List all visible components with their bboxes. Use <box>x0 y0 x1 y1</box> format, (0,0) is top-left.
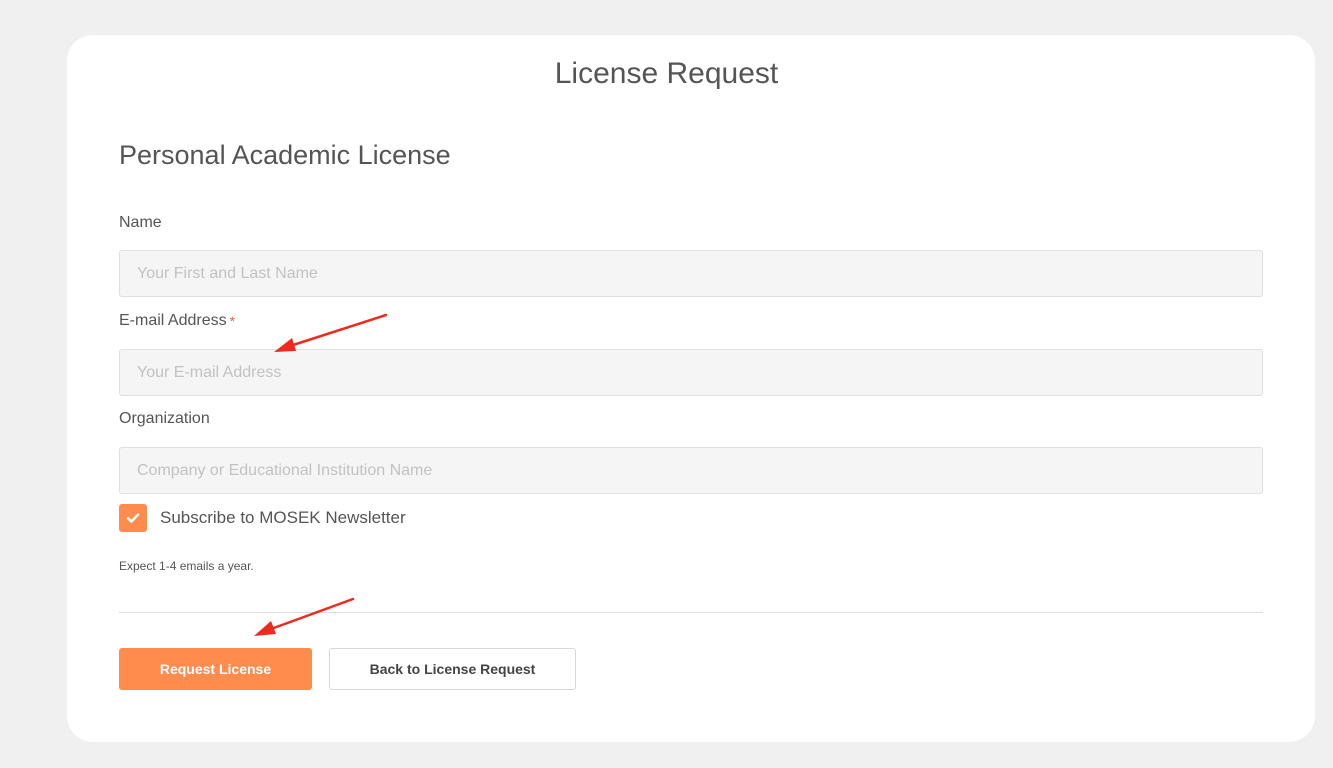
email-input[interactable] <box>119 349 1263 396</box>
name-label: Name <box>119 213 162 233</box>
checkmark-icon <box>126 513 140 523</box>
organization-label-text: Organization <box>119 410 210 427</box>
email-label: E-mail Address * <box>119 311 235 331</box>
organization-label: Organization <box>119 409 210 429</box>
newsletter-hint: Expect 1-4 emails a year. <box>119 559 254 573</box>
request-license-button[interactable]: Request License <box>119 648 312 690</box>
organization-input[interactable] <box>119 447 1263 494</box>
section-title: Personal Academic License <box>119 140 451 170</box>
name-input[interactable] <box>119 250 1263 297</box>
required-mark: * <box>229 313 236 329</box>
newsletter-checkbox[interactable] <box>119 504 147 532</box>
newsletter-label[interactable]: Subscribe to MOSEK Newsletter <box>160 508 406 528</box>
email-label-text: E-mail Address <box>119 312 227 329</box>
page-title: License Request <box>554 57 779 90</box>
form-divider <box>119 612 1263 613</box>
back-to-license-request-button[interactable]: Back to License Request <box>329 648 576 690</box>
name-label-text: Name <box>119 214 162 231</box>
